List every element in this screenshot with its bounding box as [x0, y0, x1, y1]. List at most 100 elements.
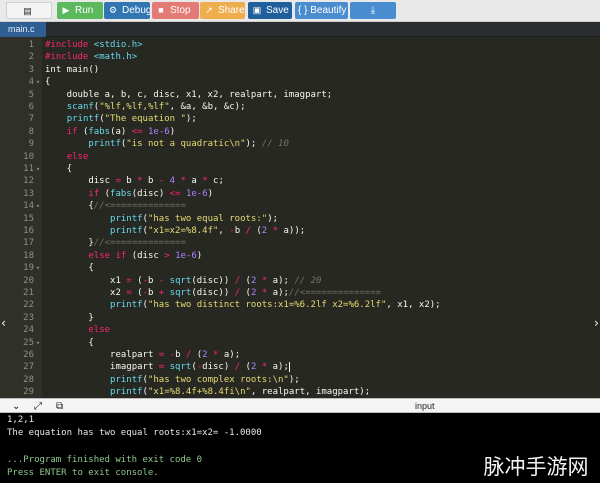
line-number: 16: [23, 226, 34, 236]
code-text: }//<==============: [45, 238, 186, 249]
fold-arrow-icon[interactable]: ▾: [34, 337, 42, 349]
share-button[interactable]: ↗ Share: [200, 2, 245, 19]
code-line[interactable]: 15 printf("has two equal roots:");: [0, 213, 600, 225]
code-line[interactable]: 13 if (fabs(disc) <= 1e-6): [0, 188, 600, 200]
line-number: 29: [23, 387, 34, 398]
code-line[interactable]: 24 else: [0, 324, 600, 336]
tab-main-c[interactable]: main.c: [0, 22, 46, 37]
fold-arrow-icon[interactable]: ▾: [34, 163, 42, 175]
code-text: else: [66, 151, 89, 162]
code-text: printf("has two equal roots:");: [110, 213, 279, 224]
play-icon: ▶: [62, 5, 70, 15]
code-line[interactable]: 12 disc = b * b - 4 * a * c;: [0, 175, 600, 187]
stop-button[interactable]: ■ Stop: [152, 2, 199, 19]
code-text: {: [45, 77, 51, 88]
io-panel-header: ⌄ ⤢ ⧉ input: [0, 398, 600, 413]
console-exit-message: ...Program finished with exit code 0: [7, 455, 203, 465]
code-line[interactable]: 17 }//<==============: [0, 237, 600, 249]
fold-arrow-icon[interactable]: ▾: [34, 76, 42, 88]
code-line[interactable]: 16 printf("x1=x2=%8.4f", -b / (2 * a));: [0, 225, 600, 237]
beautify-button[interactable]: { } Beautify: [295, 2, 348, 19]
code-line[interactable]: 1 #include <stdio.h>: [0, 39, 600, 51]
code-line[interactable]: 20 x1 = (-b - sqrt(disc)) / (2 * a); // …: [0, 275, 600, 287]
debug-label: Debug: [122, 5, 150, 16]
code-text: int main(): [45, 64, 100, 75]
code-line[interactable]: 2 #include <math.h>: [0, 51, 600, 63]
code-text: }: [45, 312, 94, 323]
run-button[interactable]: ▶ Run: [57, 2, 103, 19]
code-text: #include <math.h>: [45, 52, 138, 63]
code-line[interactable]: 11 ▾ {: [0, 163, 600, 175]
code-line[interactable]: 8 if (fabs(a) <= 1e-6): [0, 126, 600, 138]
collapse-right-icon[interactable]: ›: [590, 309, 600, 337]
code-text: printf("x1=%8.4f+%8.4fi\n", realpart, im…: [110, 387, 371, 398]
code-line[interactable]: 22 printf("has two distinct roots:x1=%6.…: [0, 299, 600, 311]
expand-icon[interactable]: ⤢: [34, 399, 42, 414]
code-line[interactable]: 25 ▾ {: [0, 337, 600, 349]
line-number: 2: [28, 52, 34, 63]
code-text: realpart = -b / (2 * a);: [45, 350, 241, 360]
code-line[interactable]: 4 ▾{: [0, 76, 600, 88]
line-number: 20: [23, 275, 34, 286]
code-text: if (fabs(a) <= 1e-6): [66, 126, 176, 137]
line-number: 12: [23, 176, 34, 187]
console-program-output: The equation has two equal roots:x1=x2= …: [7, 428, 262, 438]
code-line[interactable]: 27 imagpart = sqrt(-disc) / (2 * a);: [0, 361, 600, 373]
watermark-text: 脉冲手游网: [483, 455, 589, 479]
code-text: imagpart = sqrt(-disc) / (2 * a);: [45, 361, 290, 373]
run-label: Run: [75, 5, 94, 16]
line-number: 7: [28, 114, 34, 125]
code-line[interactable]: 26 realpart = -b / (2 * a);: [0, 349, 600, 361]
code-text: {//<==============: [45, 201, 186, 212]
fold-arrow-icon[interactable]: ▾: [34, 262, 42, 274]
console-enter-prompt: Press ENTER to exit console.: [7, 468, 159, 478]
code-text: x2 = (-b + sqrt(disc)) / (2 * a);//<====…: [45, 288, 382, 298]
chevron-down-icon[interactable]: ⌄: [12, 399, 20, 414]
code-line[interactable]: 6 scanf("%lf,%lf,%lf", &a, &b, &c);: [0, 101, 600, 113]
stop-label: Stop: [170, 5, 191, 16]
download-button[interactable]: ⤓: [350, 2, 396, 19]
line-number: 17: [23, 238, 34, 249]
download-icon: ⤓: [370, 5, 376, 16]
line-number: 14: [23, 201, 34, 212]
code-text: printf("has two distinct roots:x1=%6.2lf…: [110, 300, 441, 311]
toolbar: ▤ ▶ Run ⚙ Debug ■ Stop ↗ Share ▣ Save { } Bea…: [0, 0, 600, 22]
code-text: {: [45, 263, 94, 274]
line-number: 15: [23, 213, 34, 224]
save-button[interactable]: ▣ Save: [248, 2, 292, 19]
line-number: 11: [23, 164, 34, 174]
code-line[interactable]: 29 printf("x1=%8.4f+%8.4fi\n", realpart,…: [0, 386, 600, 398]
code-editor[interactable]: 1 #include <stdio.h> 2 #include <math.h> 3 in…: [0, 37, 600, 398]
code-line[interactable]: 14 ▾ {//<==============: [0, 200, 600, 212]
stop-icon: ■: [158, 5, 164, 15]
fold-arrow-icon[interactable]: ▾: [34, 200, 42, 212]
code-line[interactable]: 21 x2 = (-b + sqrt(disc)) / (2 * a);//<=…: [0, 287, 600, 299]
code-line[interactable]: 10 else: [0, 151, 600, 163]
code-text: {: [45, 164, 73, 174]
debug-button[interactable]: ⚙ Debug: [104, 2, 150, 19]
line-number: 19: [23, 263, 34, 274]
file-button[interactable]: ▤: [6, 2, 52, 19]
line-number: 3: [28, 64, 34, 75]
code-line[interactable]: 23 }: [0, 312, 600, 324]
code-line[interactable]: 3 int main(): [0, 64, 600, 76]
code-text: else if (disc > 1e-6): [88, 250, 203, 261]
line-number: 6: [28, 102, 34, 112]
code-text: scanf("%lf,%lf,%lf", &a, &b, &c);: [66, 102, 246, 112]
code-text: {: [45, 337, 94, 348]
line-number: 13: [23, 188, 34, 199]
copy-icon[interactable]: ⧉: [56, 399, 63, 414]
console-input-echo: 1,2,1: [7, 415, 35, 425]
share-icon: ↗: [205, 5, 213, 15]
collapse-left-icon[interactable]: ‹: [0, 309, 10, 337]
code-line[interactable]: 19 ▾ {: [0, 262, 600, 274]
code-line[interactable]: 7 printf("The equation ");: [0, 113, 600, 125]
code-line[interactable]: 18 else if (disc > 1e-6): [0, 250, 600, 262]
file-icon: ▤: [23, 6, 32, 16]
code-line[interactable]: 28 printf("has two complex roots:\n");: [0, 374, 600, 386]
code-line[interactable]: 5 double a, b, c, disc, x1, x2, realpart…: [0, 89, 600, 101]
code-line[interactable]: 9 printf("is not a quadratic\n"); // 10: [0, 138, 600, 150]
line-number: 5: [28, 89, 34, 100]
save-icon: ▣: [252, 5, 262, 15]
line-number: 28: [23, 374, 34, 385]
